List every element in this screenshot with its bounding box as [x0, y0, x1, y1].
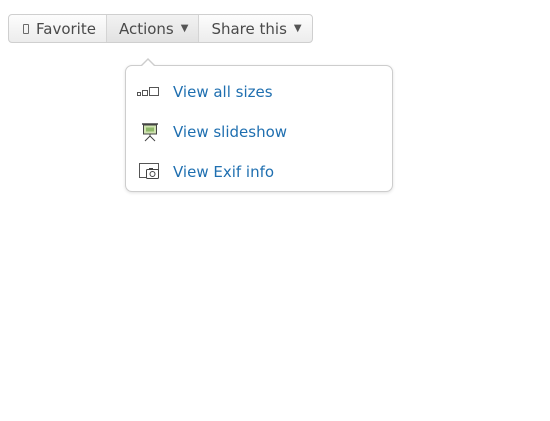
slideshow-icon — [137, 122, 163, 142]
menu-item-label: View slideshow — [173, 123, 288, 141]
favorite-icon — [23, 23, 29, 34]
chevron-down-icon: ▼ — [293, 23, 302, 34]
menu-item-label: View all sizes — [173, 83, 273, 101]
favorite-button[interactable]: Favorite — [9, 15, 106, 42]
menu-item-label: View Exif info — [173, 163, 275, 181]
menu-item-view-exif-info[interactable]: View Exif info — [137, 160, 274, 184]
photo-toolbar: Favorite Actions ▼ Share this ▼ — [8, 14, 313, 43]
page: Favorite Actions ▼ Share this ▼ View all… — [0, 0, 550, 421]
actions-dropdown-menu: View all sizes View slideshow View Exif … — [125, 58, 393, 192]
actions-label: Actions — [118, 19, 174, 38]
all-sizes-icon — [137, 82, 163, 102]
menu-item-view-all-sizes[interactable]: View all sizes — [137, 80, 273, 104]
exif-camera-icon — [137, 162, 163, 182]
share-label: Share this — [211, 19, 287, 38]
share-button[interactable]: Share this ▼ — [198, 15, 311, 42]
chevron-down-icon: ▼ — [180, 23, 189, 34]
actions-button[interactable]: Actions ▼ — [105, 15, 199, 42]
favorite-label: Favorite — [36, 19, 96, 38]
menu-item-view-slideshow[interactable]: View slideshow — [137, 120, 287, 144]
dropdown-pointer-fill — [141, 60, 155, 67]
